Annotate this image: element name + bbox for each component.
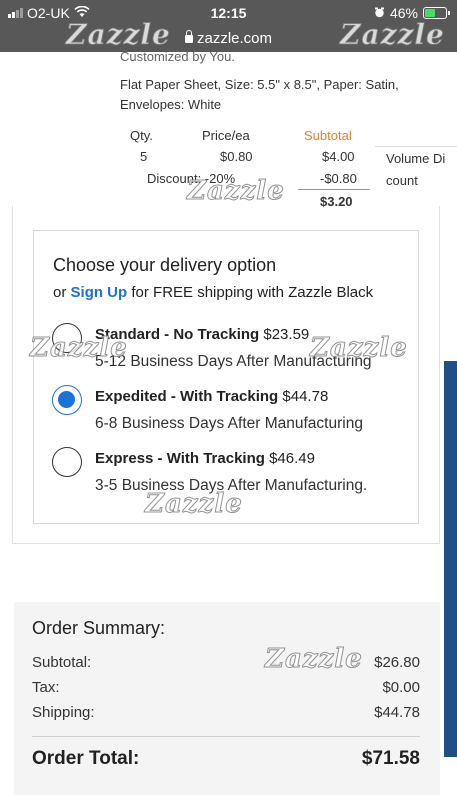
product-description: Flat Paper Sheet, Size: 5.5" x 8.5", Pap… <box>120 77 399 112</box>
total-divider <box>298 189 370 190</box>
option-name-text: Express - With Tracking <box>95 450 265 467</box>
address-bar[interactable]: zazzle.com <box>0 26 457 52</box>
checkout-page: Customized by You. Flat Paper Sheet, Siz… <box>0 52 457 795</box>
option-name: Expedited - With Tracking $44.78 <box>95 388 328 405</box>
background-page-strip <box>444 361 457 757</box>
order-total-value: $71.58 <box>361 748 420 769</box>
option-price: $46.49 <box>269 450 315 467</box>
price-header-row: Qty. Price/ea Subtotal <box>120 128 370 148</box>
summary-divider <box>32 736 420 737</box>
lock-icon <box>184 30 193 43</box>
battery-icon <box>423 7 450 19</box>
option-price: $44.78 <box>282 388 329 405</box>
price-each-value: $0.80 <box>220 149 253 164</box>
battery-fill <box>425 9 436 17</box>
price-row: 5 $0.80 $4.00 <box>120 149 370 169</box>
option-name: Standard - No Tracking $23.59 <box>95 326 309 343</box>
summary-value: $26.80 <box>374 654 420 671</box>
radio-expedited[interactable] <box>52 385 82 415</box>
qty-header: Qty. <box>130 128 153 143</box>
volume-discount-line-2: count <box>386 173 418 188</box>
delivery-subtitle: or Sign Up for FREE shipping with Zazzle… <box>53 284 373 301</box>
status-right: 46% <box>374 5 450 21</box>
order-summary-title: Order Summary: <box>32 618 166 638</box>
url-display[interactable]: zazzle.com <box>0 30 457 47</box>
option-days: 5-12 Business Days After Manufacturing <box>95 353 372 370</box>
delivery-title: Choose your delivery option <box>53 255 277 275</box>
order-total-label: Order Total: <box>32 748 140 769</box>
subtitle-prefix: or <box>53 284 67 301</box>
summary-value: $44.78 <box>374 704 420 721</box>
order-summary: Order Summary: Subtotal: $26.80 Tax: $0.… <box>14 602 440 795</box>
signup-link[interactable]: Sign Up <box>71 284 128 301</box>
option-days: 3-5 Business Days After Manufacturing. <box>95 477 368 494</box>
volume-discount-label: Volume Di count <box>386 148 456 192</box>
radio-express[interactable] <box>52 447 82 477</box>
summary-label: Shipping: <box>32 704 95 721</box>
subtotal-value: $4.00 <box>322 149 355 164</box>
alarm-icon <box>374 5 385 21</box>
customized-note: Customized by You. <box>120 52 235 64</box>
option-name: Express - With Tracking $46.49 <box>95 450 315 467</box>
qty-value: 5 <box>140 149 148 164</box>
battery-percent: 46% <box>389 5 418 21</box>
order-total-row: Order Total: $71.58 <box>32 748 420 770</box>
volume-discount-line-1: Volume Di <box>386 151 446 166</box>
discount-value: -$0.80 <box>320 171 357 186</box>
option-price: $23.59 <box>263 326 310 343</box>
status-bar: O2-UK 12:15 46% <box>0 0 457 26</box>
subtitle-suffix: for FREE shipping with Zazzle Black <box>131 284 374 301</box>
volume-divider <box>375 146 457 147</box>
subtotal-header: Subtotal <box>304 128 352 143</box>
option-name-text: Standard - No Tracking <box>95 326 260 343</box>
option-days: 6-8 Business Days After Manufacturing <box>95 415 363 432</box>
discount-row: Discount: -20% -$0.80 <box>120 171 370 191</box>
summary-label: Tax: <box>32 679 60 696</box>
summary-label: Subtotal: <box>32 654 92 671</box>
radio-standard[interactable] <box>52 323 82 353</box>
url-text: zazzle.com <box>196 30 273 47</box>
discount-label: Discount: -20% <box>147 171 236 186</box>
price-header: Price/ea <box>202 128 250 143</box>
option-name-text: Expedited - With Tracking <box>95 388 279 405</box>
summary-value: $0.00 <box>382 679 420 696</box>
